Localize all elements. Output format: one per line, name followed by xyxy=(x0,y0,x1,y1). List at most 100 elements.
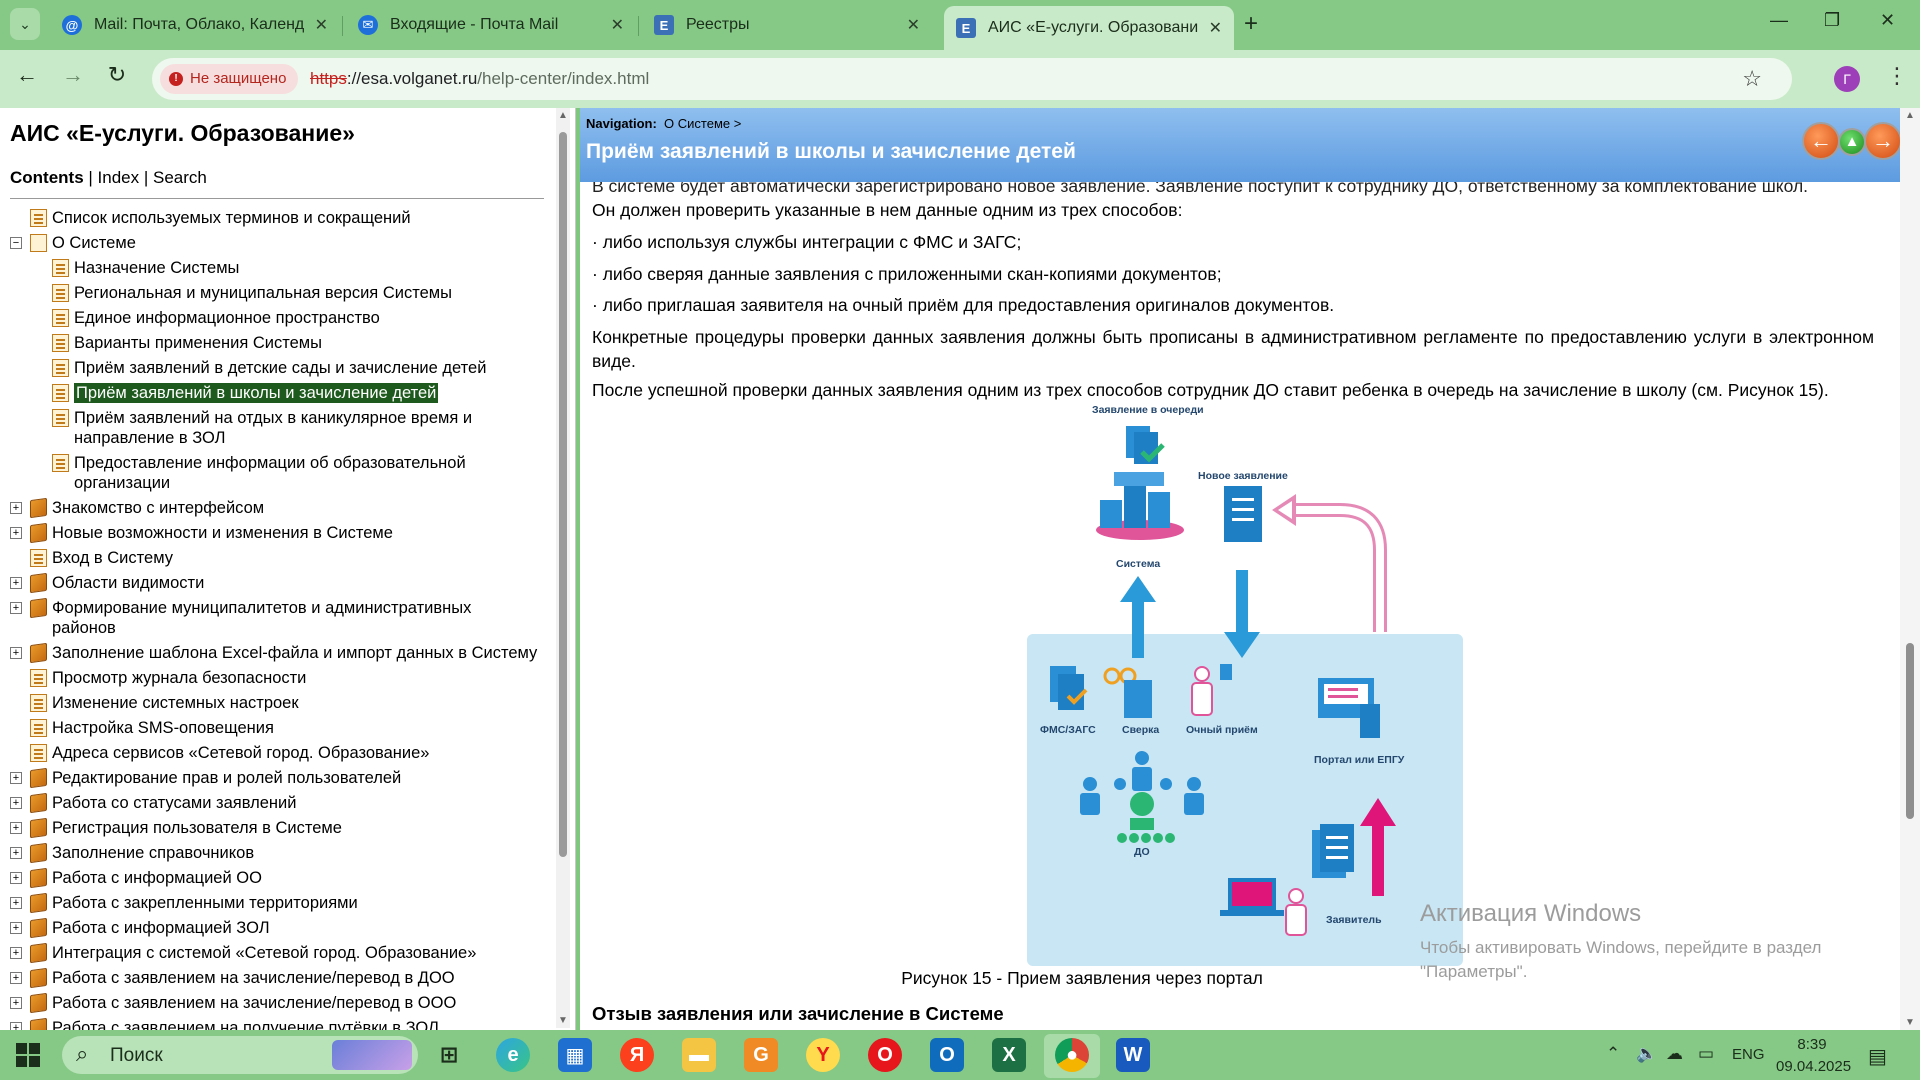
store-icon[interactable]: ▦ xyxy=(558,1038,592,1072)
toc-item[interactable]: + Работа с заявлением на получение путёвк… xyxy=(0,1017,550,1030)
expand-icon[interactable]: + xyxy=(10,602,22,614)
expand-icon[interactable]: + xyxy=(10,997,22,1009)
toc-item[interactable]: + Знакомство с интерфейсом xyxy=(0,497,550,519)
restore-button[interactable]: ❐ xyxy=(1824,10,1840,31)
toc-item[interactable]: Варианты применения Системы xyxy=(0,333,550,353)
yandex-icon[interactable]: Я xyxy=(620,1038,654,1072)
system-clock[interactable]: 8:39 09.04.2025 xyxy=(1776,1034,1851,1078)
pdf-reader-icon[interactable]: G xyxy=(744,1038,778,1072)
tab-index[interactable]: Index xyxy=(98,168,140,187)
close-icon[interactable]: ✕ xyxy=(907,15,920,35)
close-icon[interactable]: ✕ xyxy=(315,15,328,35)
expand-icon[interactable]: + xyxy=(10,797,22,809)
toc-item[interactable]: + Работа с информацией ЗОЛ xyxy=(0,917,550,939)
toc-item[interactable]: + Регистрация пользователя в Системе xyxy=(0,817,550,839)
collapse-icon[interactable]: − xyxy=(10,237,22,249)
tab-contents[interactable]: Contents xyxy=(10,168,84,187)
scroll-up-icon[interactable]: ▲ xyxy=(558,110,568,121)
windows-start-icon[interactable] xyxy=(16,1043,40,1067)
toc-item[interactable]: Региональная и муниципальная версия Сист… xyxy=(0,283,550,303)
previous-topic-button[interactable]: ← xyxy=(1802,122,1840,160)
onedrive-icon[interactable]: ☁ xyxy=(1666,1044,1683,1064)
close-icon[interactable]: ✕ xyxy=(1209,18,1222,38)
kebab-menu-icon[interactable]: ⋮ xyxy=(1886,63,1908,89)
toc-item[interactable]: Предоставление информации об образовател… xyxy=(0,453,550,493)
scroll-down-icon[interactable]: ▼ xyxy=(558,1015,568,1026)
tab-search-dropdown[interactable]: ⌄ xyxy=(10,8,40,40)
expand-icon[interactable]: + xyxy=(10,922,22,934)
task-view-icon[interactable]: ⊞ xyxy=(432,1038,466,1072)
expand-icon[interactable]: + xyxy=(10,847,22,859)
url-text[interactable]: https://esa.volganet.ru/help-center/inde… xyxy=(310,69,649,89)
tab-mail-cloud[interactable]: @ Mail: Почта, Облако, Календар ✕ xyxy=(50,6,340,44)
toc-item[interactable]: + Редактирование прав и ролей пользовател… xyxy=(0,767,550,789)
tab-search[interactable]: Search xyxy=(153,168,207,187)
scroll-thumb[interactable] xyxy=(1906,643,1914,819)
forward-button[interactable]: → xyxy=(58,62,88,88)
word-icon[interactable]: W xyxy=(1116,1038,1150,1072)
address-bar[interactable]: ! Не защищено https://esa.volganet.ru/he… xyxy=(152,58,1792,100)
toc-item[interactable]: + Работа с закрепленными территориями xyxy=(0,892,550,914)
toc-item[interactable]: − О Системе xyxy=(0,233,550,253)
toc-item[interactable]: Настройка SMS-оповещения xyxy=(0,718,550,738)
toc-item[interactable]: + Новые возможности и изменения в Системе xyxy=(0,522,550,544)
toc-item[interactable]: Вход в Систему xyxy=(0,548,550,568)
toc-item[interactable]: Список используемых терминов и сокращени… xyxy=(0,208,550,228)
toc-item[interactable]: + Заполнение шаблона Excel-файла и импорт… xyxy=(0,642,550,664)
tab-registries[interactable]: E Реестры ✕ xyxy=(642,6,932,44)
tab-inbox[interactable]: ✉ Входящие - Почта Mail ✕ xyxy=(346,6,636,44)
yandex-browser-icon[interactable]: Y xyxy=(806,1038,840,1072)
toc-item[interactable]: + Работа с информацией ОО xyxy=(0,867,550,889)
expand-icon[interactable]: + xyxy=(10,947,22,959)
edge-icon[interactable]: e xyxy=(496,1038,530,1072)
content-scrollbar[interactable]: ▲ ▼ xyxy=(1900,108,1920,1030)
toc-scrollbar[interactable]: ▲ ▼ xyxy=(556,108,570,1028)
back-button[interactable]: ← xyxy=(12,62,42,88)
expand-icon[interactable]: + xyxy=(10,527,22,539)
new-tab-button[interactable]: + xyxy=(1244,10,1258,38)
expand-icon[interactable]: + xyxy=(10,577,22,589)
toc-item[interactable]: Единое информационное пространство xyxy=(0,308,550,328)
scroll-thumb[interactable] xyxy=(559,132,567,857)
reload-button[interactable]: ↻ xyxy=(102,62,132,88)
toc-item[interactable]: + Формирование муниципалитетов и админист… xyxy=(0,597,550,638)
toc-item[interactable]: Адреса сервисов «Сетевой город. Образова… xyxy=(0,743,550,763)
toc-item[interactable]: + Работа со статусами заявлений xyxy=(0,792,550,814)
chevron-up-icon[interactable]: ⌃ xyxy=(1606,1044,1620,1064)
toc-item[interactable]: + Заполнение справочников xyxy=(0,842,550,864)
outlook-icon[interactable]: O xyxy=(930,1038,964,1072)
expand-icon[interactable]: + xyxy=(10,822,22,834)
toc-item[interactable]: Изменение системных настроек xyxy=(0,693,550,713)
close-window-button[interactable]: ✕ xyxy=(1880,10,1895,31)
close-icon[interactable]: ✕ xyxy=(611,15,624,35)
taskbar-search-box[interactable]: ⌕ Поиск xyxy=(62,1036,418,1074)
tab-ais-education[interactable]: E АИС «Е-услуги. Образование» ✕ xyxy=(944,6,1234,50)
minimize-button[interactable]: — xyxy=(1770,10,1788,31)
display-icon[interactable]: ▭ xyxy=(1698,1044,1714,1064)
opera-icon[interactable]: O xyxy=(868,1038,902,1072)
toc-item[interactable]: Приём заявлений в школы и зачисление дет… xyxy=(0,382,550,404)
security-chip[interactable]: ! Не защищено xyxy=(160,64,299,94)
bookmark-star-icon[interactable]: ☆ xyxy=(1742,66,1762,92)
toc-item[interactable]: + Работа с заявлением на зачисление/перев… xyxy=(0,967,550,989)
expand-icon[interactable]: + xyxy=(10,1022,22,1030)
expand-icon[interactable]: + xyxy=(10,772,22,784)
volume-icon[interactable]: 🔈 xyxy=(1636,1044,1657,1064)
toc-item[interactable]: Просмотр журнала безопасности xyxy=(0,668,550,688)
toc-item[interactable]: Приём заявлений на отдых в каникулярное … xyxy=(0,408,550,448)
expand-icon[interactable]: + xyxy=(10,872,22,884)
toc-item[interactable]: Назначение Системы xyxy=(0,258,550,278)
expand-icon[interactable]: + xyxy=(10,502,22,514)
breadcrumb-link[interactable]: О Системе > xyxy=(664,116,741,131)
expand-icon[interactable]: + xyxy=(10,647,22,659)
scroll-down-icon[interactable]: ▼ xyxy=(1905,1017,1915,1028)
toc-item[interactable]: + Работа с заявлением на зачисление/перев… xyxy=(0,992,550,1014)
profile-avatar[interactable]: Г xyxy=(1834,66,1860,92)
toc-item[interactable]: Приём заявлений в детские сады и зачисле… xyxy=(0,358,550,378)
parent-topic-button[interactable]: ▲ xyxy=(1838,128,1866,156)
toc-item[interactable]: + Области видимости xyxy=(0,572,550,594)
scroll-up-icon[interactable]: ▲ xyxy=(1905,110,1915,121)
notifications-icon[interactable]: ▤ xyxy=(1868,1044,1887,1069)
expand-icon[interactable]: + xyxy=(10,897,22,909)
file-explorer-icon[interactable]: ▬ xyxy=(682,1038,716,1072)
